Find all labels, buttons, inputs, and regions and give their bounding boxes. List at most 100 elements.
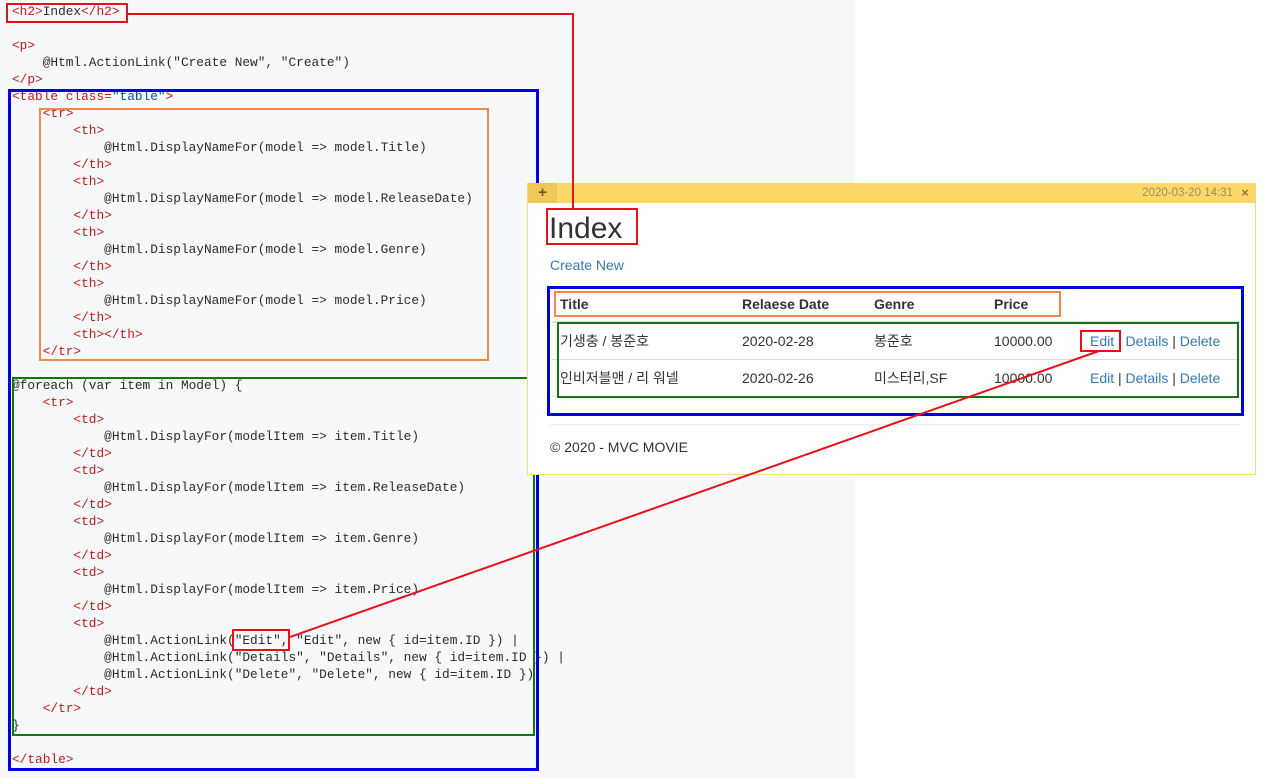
code-token: </th> <box>12 259 112 274</box>
code-token: <tr> <box>12 395 74 410</box>
code-line: <tr> <box>12 105 565 122</box>
code-line: <table class="table"> <box>12 88 565 105</box>
code-token: </td> <box>12 684 112 699</box>
column-header-genre: Genre <box>874 295 915 312</box>
edit-link[interactable]: Edit <box>1090 333 1114 349</box>
cell-price: 10000.00 <box>994 370 1053 386</box>
code-line: @Html.DisplayNameFor(model => model.Titl… <box>12 139 565 156</box>
code-token: </th> <box>12 208 112 223</box>
delete-link[interactable]: Delete <box>1180 333 1220 349</box>
action-separator: | <box>1172 333 1176 349</box>
code-token: </h2> <box>81 4 120 19</box>
code-line: </td> <box>12 547 565 564</box>
code-token: @foreach (var item in Model) { <box>12 378 243 393</box>
code-token: @Html.ActionLink("Details", "Details", n… <box>12 650 565 665</box>
code-token: } <box>12 718 20 733</box>
details-link[interactable]: Details <box>1126 333 1169 349</box>
code-token: @Html.ActionLink("Create New", "Create") <box>12 55 350 70</box>
code-line: <th></th> <box>12 326 565 343</box>
code-token: <td> <box>12 412 105 427</box>
code-listing: <h2>Index</h2> <p> @Html.ActionLink("Crea… <box>12 3 565 768</box>
code-line: </th> <box>12 258 565 275</box>
code-line: <td> <box>12 411 565 428</box>
code-token: <td> <box>12 565 105 580</box>
code-token: <th></th> <box>12 327 143 342</box>
code-token: @Html.DisplayFor(modelItem => item.Price… <box>12 582 420 597</box>
code-token: @Html.DisplayNameFor(model => model.Titl… <box>12 140 427 155</box>
code-line: @Html.DisplayNameFor(model => model.Pric… <box>12 292 565 309</box>
create-new-link[interactable]: Create New <box>550 255 624 275</box>
close-icon[interactable]: × <box>1239 183 1251 203</box>
code-token: @Html.DisplayFor(modelItem => item.Title… <box>12 429 420 444</box>
code-token: @Html.DisplayNameFor(model => model.Genr… <box>12 242 427 257</box>
code-token: </table> <box>12 752 74 767</box>
action-separator: | <box>1172 370 1176 386</box>
action-separator: | <box>1118 333 1122 349</box>
add-note-button[interactable]: + <box>528 183 557 203</box>
note-timestamp: 2020-03-20 14:31 <box>1142 187 1233 199</box>
code-token: <h2> <box>12 4 43 19</box>
code-token: <td> <box>12 616 105 631</box>
code-line: <td> <box>12 462 565 479</box>
code-line: @Html.DisplayFor(modelItem => item.Price… <box>12 581 565 598</box>
code-token: "table" <box>111 89 166 104</box>
code-line: </td> <box>12 445 565 462</box>
code-line: @Html.ActionLink("Create New", "Create") <box>12 54 565 71</box>
cell-title: 인비저블맨 / 리 워넬 <box>560 370 679 386</box>
code-token: @Html.DisplayFor(modelItem => item.Genre… <box>12 531 420 546</box>
table-header-row: Title Relaese Date Genre Price <box>552 286 1240 323</box>
cell-release-date: 2020-02-26 <box>742 370 814 386</box>
code-token: <th> <box>12 225 105 240</box>
code-line: </td> <box>12 598 565 615</box>
code-line: </tr> <box>12 700 565 717</box>
column-header-title: Title <box>560 295 589 312</box>
row-actions: Edit | Details | Delete <box>1090 370 1220 386</box>
code-token: <th> <box>12 123 105 138</box>
code-token: > <box>165 89 174 104</box>
code-token: </tr> <box>12 344 82 359</box>
table-row: 인비저블맨 / 리 워넬 2020-02-26 미스터리,SF 10000.00… <box>552 360 1240 397</box>
code-line: @Html.DisplayNameFor(model => model.Rele… <box>12 190 565 207</box>
code-line: } <box>12 717 565 734</box>
code-line: </tr> <box>12 343 565 360</box>
code-line: <h2>Index</h2> <box>12 3 565 20</box>
table-row: 기생충 / 봉준호 2020-02-28 봉준호 10000.00 Edit |… <box>552 323 1240 360</box>
code-line: @Html.DisplayFor(modelItem => item.Relea… <box>12 479 565 496</box>
cell-release-date: 2020-02-28 <box>742 333 814 349</box>
code-token: </td> <box>12 599 112 614</box>
code-token: </tr> <box>12 701 82 716</box>
code-token: </th> <box>12 157 112 172</box>
code-line: @Html.ActionLink("Delete", "Delete", new… <box>12 666 565 683</box>
edit-link[interactable]: Edit <box>1090 370 1114 386</box>
row-actions: Edit | Details | Delete <box>1090 333 1220 349</box>
code-line: @Html.DisplayFor(modelItem => item.Genre… <box>12 530 565 547</box>
column-header-actions <box>1082 286 1240 321</box>
details-link[interactable]: Details <box>1126 370 1169 386</box>
action-separator: | <box>1118 370 1122 386</box>
code-line: </p> <box>12 71 565 88</box>
code-line: <th> <box>12 173 565 190</box>
code-token: <td> <box>12 463 105 478</box>
code-line: <th> <box>12 224 565 241</box>
code-token: @Html.DisplayFor(modelItem => item.Relea… <box>12 480 466 495</box>
code-token: <tr> <box>12 106 74 121</box>
code-line: @Html.DisplayFor(modelItem => item.Title… <box>12 428 565 445</box>
code-line: </th> <box>12 309 565 326</box>
cell-genre: 봉준호 <box>874 333 913 349</box>
code-token: <p> <box>12 38 36 53</box>
footer-copyright: © 2020 - MVC MOVIE <box>550 439 688 455</box>
cell-genre: 미스터리,SF <box>874 370 948 386</box>
page-title: Index <box>549 212 623 245</box>
code-line: <th> <box>12 122 565 139</box>
cell-actions: Edit | Details | Delete <box>1082 323 1240 359</box>
sticky-note-window: + 2020-03-20 14:31 × Index Create New Ti… <box>527 183 1256 475</box>
code-token: </th> <box>12 310 112 325</box>
code-token: <td> <box>12 514 105 529</box>
delete-link[interactable]: Delete <box>1180 370 1220 386</box>
code-token: </td> <box>12 497 112 512</box>
code-token: <th> <box>12 276 105 291</box>
cell-actions: Edit | Details | Delete <box>1082 360 1240 396</box>
cell-title: 기생충 / 봉준호 <box>560 333 649 349</box>
